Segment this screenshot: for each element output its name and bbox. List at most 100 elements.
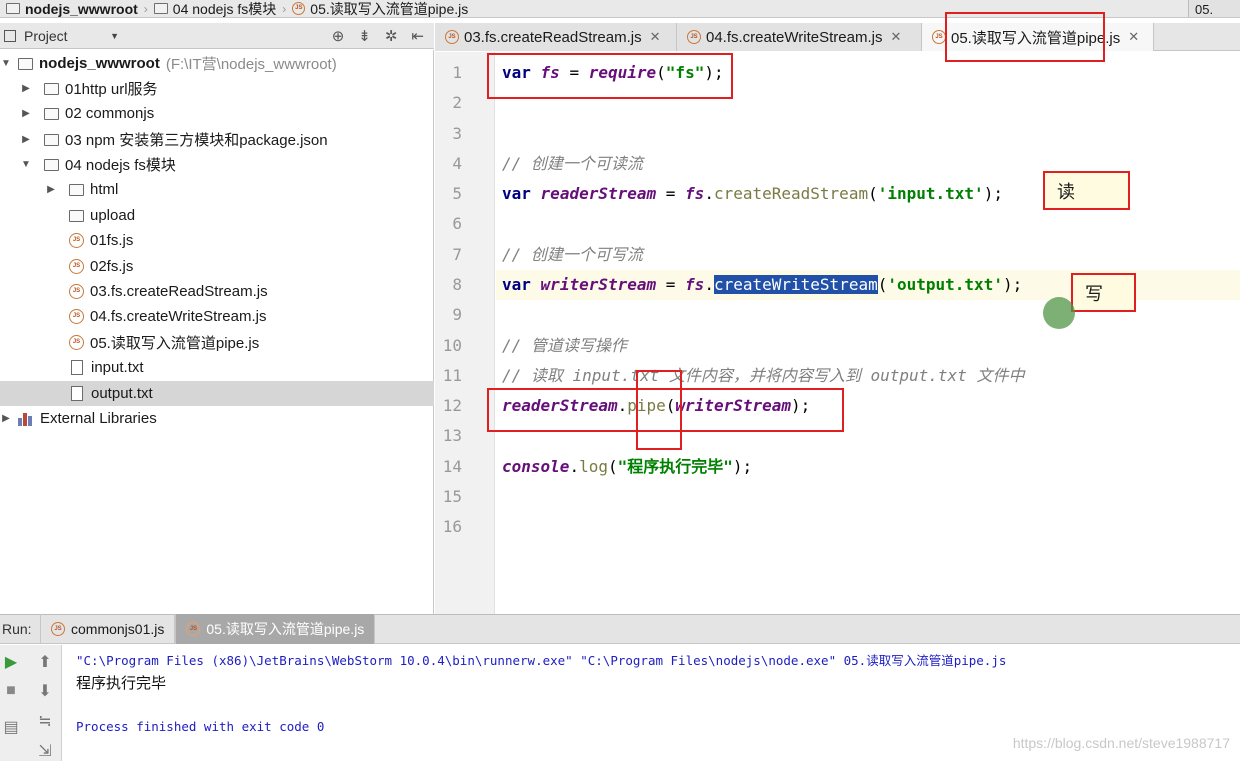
tree-item-file[interactable]: JS 05.读取写入流管道pipe.js [0, 330, 434, 355]
tree-item-root[interactable]: ▼ nodejs_wwwroot (F:\IT营\nodejs_wwwroot) [0, 51, 434, 76]
expand-arrow-icon[interactable]: ▶ [45, 184, 57, 195]
folder-icon [6, 3, 20, 14]
export-icon[interactable]: ⇲ [35, 741, 55, 761]
expand-arrow-icon[interactable]: ▶ [20, 108, 32, 119]
close-icon[interactable]: ✕ [1128, 29, 1139, 45]
run-tab-commonjs01[interactable]: JS commonjs01.js [40, 614, 176, 644]
tree-item-file[interactable]: JS 03.fs.createReadStream.js [0, 279, 434, 304]
breadcrumb-item-folder[interactable]: 04 nodejs fs模块 [148, 0, 283, 17]
hide-panel-icon[interactable]: ⇤ [411, 27, 424, 45]
expand-arrow-icon[interactable]: ▼ [20, 159, 32, 170]
code-line-5[interactable]: var readerStream = fs.createReadStream('… [502, 179, 1003, 209]
project-icon [4, 29, 16, 42]
js-file-icon: JS [69, 233, 84, 248]
code-line-4[interactable]: // 创建一个可读流 [502, 149, 643, 179]
arrow-up-icon[interactable]: ⬆ [35, 652, 55, 672]
sync-icon[interactable]: ⊕ [332, 27, 345, 45]
chevron-down-icon: ▼ [110, 30, 119, 41]
layout-icon[interactable]: ▤ [1, 717, 21, 737]
line-number: 8 [452, 275, 462, 294]
editor-tabs: JS 03.fs.createReadStream.js ✕ JS 04.fs.… [435, 23, 1240, 51]
expand-arrow-icon[interactable]: ▼ [0, 58, 12, 69]
folder-icon [44, 107, 59, 120]
arrow-down-icon[interactable]: ⬇ [35, 681, 55, 701]
breadcrumb-overflow-tab[interactable]: 05. [1188, 0, 1240, 17]
tree-item-external-libraries[interactable]: ▶ External Libraries [0, 406, 434, 431]
tab-createWriteStream[interactable]: JS 04.fs.createWriteStream.js ✕ [677, 23, 922, 51]
console-exit-line: Process finished with exit code 0 [76, 719, 325, 734]
watermark: https://blog.csdn.net/steve1988717 [1012, 735, 1230, 751]
close-icon[interactable]: ✕ [650, 29, 661, 45]
line-number: 4 [452, 154, 462, 173]
breadcrumb-item-file[interactable]: JS 05.读取写入流管道pipe.js [286, 0, 474, 17]
line-number: 16 [442, 517, 462, 536]
tree-item-file[interactable]: JS 02fs.js [0, 254, 434, 279]
js-file-icon: JS [69, 259, 84, 274]
tree-item-file[interactable]: JS 01fs.js [0, 228, 434, 253]
annotation-box-pipe [636, 370, 682, 450]
line-number: 10 [442, 336, 462, 355]
breadcrumb-item-project[interactable]: nodejs_wwwroot [0, 0, 144, 17]
annotation-box-require [487, 53, 733, 99]
line-number: 7 [452, 245, 462, 264]
js-file-icon: JS [932, 30, 946, 44]
js-file-icon: JS [51, 622, 65, 636]
tree-item-folder[interactable]: ▶ html [0, 177, 434, 202]
js-file-icon: JS [186, 622, 201, 636]
folder-icon [44, 133, 59, 146]
tree-item-file-selected[interactable]: output.txt [0, 381, 434, 406]
expand-arrow-icon[interactable]: ▶ [20, 83, 32, 94]
tab-createReadStream[interactable]: JS 03.fs.createReadStream.js ✕ [435, 23, 677, 51]
line-number: 13 [442, 426, 462, 445]
tree-item-file[interactable]: JS 04.fs.createWriteStream.js [0, 304, 434, 329]
tree-item-folder-open[interactable]: ▼ 04 nodejs fs模块 [0, 152, 434, 177]
library-icon [18, 412, 34, 426]
tree-item-folder[interactable]: upload [0, 203, 434, 228]
code-editor[interactable]: var fs = require("fs"); // 创建一个可读流 var r… [496, 52, 1240, 614]
tree-item-folder[interactable]: ▶ 03 npm 安装第三方模块和package.json [0, 127, 434, 152]
folder-icon [69, 209, 84, 222]
line-number: 3 [452, 124, 462, 143]
run-tab-pipe[interactable]: JS 05.读取写入流管道pipe.js [175, 614, 376, 644]
text-file-icon [71, 386, 83, 401]
line-number: 1 [452, 63, 462, 82]
line-number: 11 [442, 366, 462, 385]
tree-item-file[interactable]: input.txt [0, 355, 434, 380]
gear-icon[interactable]: ✲ [385, 27, 398, 45]
js-file-icon: JS [445, 30, 459, 44]
folder-icon [18, 57, 33, 70]
mouse-cursor-indicator [1043, 297, 1075, 329]
code-line-8[interactable]: var writerStream = fs.createWriteStream(… [502, 270, 1022, 300]
selected-text[interactable]: createWriteStream [713, 275, 878, 294]
annotation-note-read: 读 [1043, 171, 1130, 210]
line-number: 15 [442, 487, 462, 506]
expand-arrow-icon[interactable]: ▶ [20, 134, 32, 145]
js-file-icon: JS [69, 309, 84, 324]
project-panel-header: Project ▼ ⊕ ⇟ ✲ ⇤ [0, 23, 434, 49]
collapse-all-icon[interactable]: ⇟ [358, 27, 371, 45]
js-file-icon: JS [69, 284, 84, 299]
code-line-10[interactable]: // 管道读写操作 [502, 331, 627, 361]
run-console[interactable]: "C:\Program Files (x86)\JetBrains\WebSto… [63, 645, 1240, 761]
code-line-14[interactable]: console.log("程序执行完毕"); [502, 452, 752, 482]
text-file-icon [71, 360, 83, 375]
annotation-box-tab [945, 12, 1105, 62]
tree-item-folder[interactable]: ▶ 02 commonjs [0, 101, 434, 126]
expand-arrow-icon[interactable]: ▶ [0, 413, 12, 424]
code-line-7[interactable]: // 创建一个可写流 [502, 240, 643, 270]
run-panel-tabs: Run: JS commonjs01.js JS 05.读取写入流管道pipe.… [0, 614, 1240, 644]
tree-item-folder[interactable]: ▶ 01http url服务 [0, 76, 434, 101]
close-icon[interactable]: ✕ [890, 29, 901, 45]
js-file-icon: JS [687, 30, 701, 44]
line-number: 2 [452, 93, 462, 112]
line-number: 5 [452, 184, 462, 203]
soft-wrap-icon[interactable]: ≒ [35, 711, 55, 731]
folder-icon [44, 82, 59, 95]
code-line-11[interactable]: // 读取 input.txt 文件内容，并将内容写入到 output.txt … [502, 361, 1024, 391]
stop-icon[interactable]: ■ [1, 681, 21, 701]
project-view-selector[interactable]: Project ▼ [0, 25, 125, 47]
rerun-icon[interactable]: ▶ [1, 652, 21, 672]
folder-icon [44, 158, 59, 171]
line-number: 6 [452, 214, 462, 233]
folder-icon [153, 3, 168, 14]
